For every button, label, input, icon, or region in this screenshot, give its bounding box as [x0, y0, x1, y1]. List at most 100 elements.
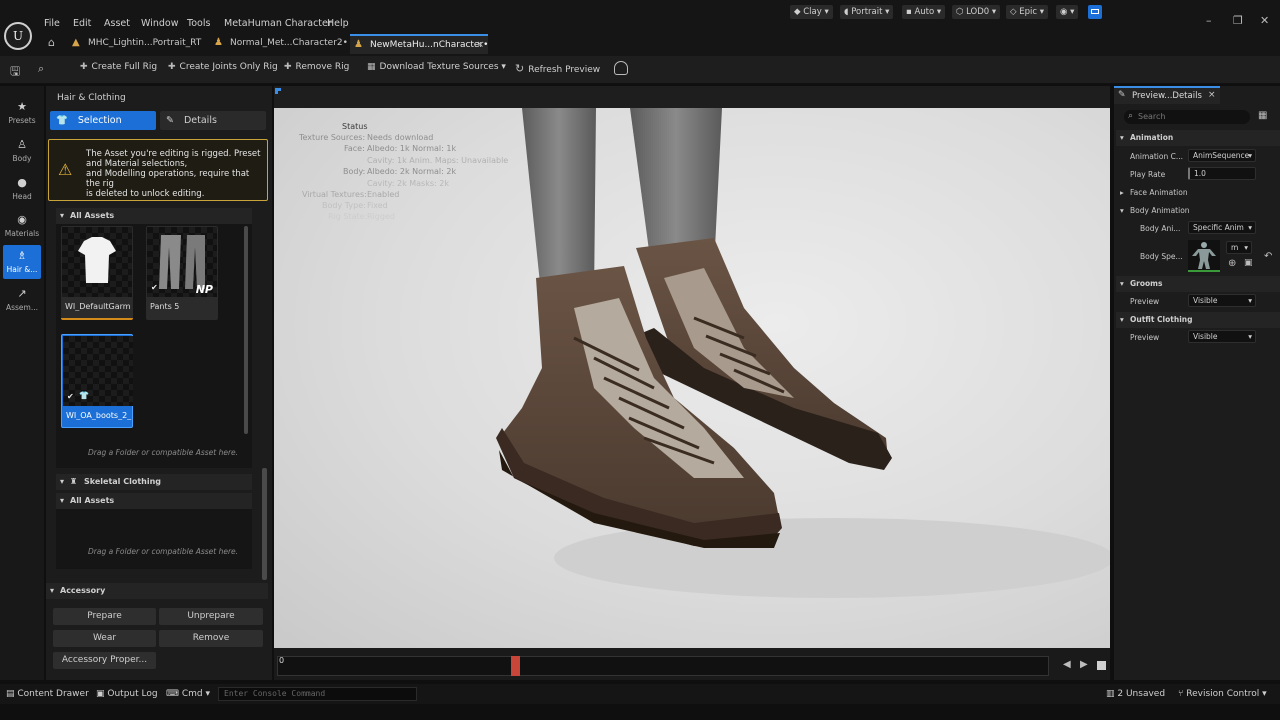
selection-tab[interactable]: 👕 Selection — [50, 111, 156, 130]
maximize-icon[interactable]: ❐ — [1233, 14, 1243, 27]
accessory-properties-button[interactable]: Accessory Proper... — [53, 652, 156, 669]
asset-thumb-pants[interactable]: ✔ NP Pants 5 — [146, 226, 218, 320]
browse-icon[interactable]: ⌕ — [38, 62, 44, 76]
body-animation-header[interactable]: Body Animation — [1130, 206, 1190, 215]
chevron-down-icon: ▾ — [50, 586, 55, 595]
user-icon[interactable] — [614, 61, 628, 75]
unprepare-button[interactable]: Unprepare — [159, 608, 263, 625]
create-full-rig-button[interactable]: ✚ Create Full Rig — [80, 62, 157, 72]
status-line-value: Albedo: 1k Normal: 1k — [367, 144, 457, 153]
console-input[interactable]: Enter Console Command — [218, 687, 417, 701]
menu-metahuman-character[interactable]: MetaHuman Character — [224, 18, 332, 29]
quality-dropdown[interactable]: ◇ Epic ▾ — [1006, 5, 1049, 19]
grid-view-icon[interactable]: ▦ — [1258, 110, 1267, 121]
preview-details-tab[interactable]: ✎ Preview...Details × — [1114, 86, 1220, 104]
asset-thumb-boots[interactable]: ✔ 👕 WI_OA_boots_2_... — [61, 334, 133, 428]
rail-body[interactable]: ♙ Body — [3, 134, 41, 168]
close-tab-icon[interactable]: × — [476, 36, 484, 54]
chevron-down-icon[interactable]: ▾ — [1120, 206, 1124, 215]
download-texture-sources-button[interactable]: ▦ Download Texture Sources ▾ — [367, 62, 506, 72]
rail-presets[interactable]: ★ Presets — [3, 96, 41, 130]
viewport-3d[interactable] — [274, 108, 1110, 648]
use-selected-icon[interactable]: ⊕ — [1228, 258, 1236, 269]
rail-materials[interactable]: ◉ Materials — [3, 209, 41, 243]
all-assets-header-2[interactable]: ▾ All Assets — [56, 493, 252, 509]
quality-icon: ◇ — [1010, 7, 1020, 17]
save-icon[interactable]: 🖫 — [10, 62, 20, 83]
wear-button[interactable]: Wear — [53, 630, 156, 647]
animation-thumbnail[interactable] — [1188, 240, 1220, 272]
tab-mhc-lighting[interactable]: ▲ MHC_Lightin...Portrait_RT — [72, 34, 208, 54]
minimize-icon[interactable]: – — [1206, 14, 1212, 27]
close-window-icon[interactable]: ✕ — [1260, 14, 1269, 27]
prepare-button[interactable]: Prepare — [53, 608, 156, 625]
play-icon[interactable]: ▶ — [1080, 659, 1088, 670]
outfit-clothing-section[interactable]: ▾ Outfit Clothing — [1116, 312, 1280, 328]
menu-tools[interactable]: Tools — [187, 18, 210, 29]
play-rate-input[interactable]: 1.0 — [1188, 167, 1256, 180]
auto-dropdown[interactable]: ▪ Auto ▾ — [902, 5, 946, 19]
all-assets-header[interactable]: ▾ All Assets — [56, 208, 252, 224]
remove-button[interactable]: Remove — [159, 630, 263, 647]
grooms-section[interactable]: ▾ Grooms — [1116, 276, 1280, 292]
visibility-dropdown[interactable]: ◉ ▾ — [1056, 5, 1079, 19]
assets-scrollbar[interactable] — [244, 226, 248, 434]
body-asset-dropdown[interactable]: m ▾ — [1226, 241, 1252, 254]
status-line-key: Body: — [343, 167, 366, 176]
timeline-frame: 0 — [279, 656, 285, 665]
figure-icon — [1192, 242, 1216, 269]
menu-edit[interactable]: Edit — [73, 18, 91, 29]
clay-dropdown[interactable]: ◆ Clay ▾ — [790, 5, 833, 19]
home-icon[interactable]: ⌂ — [48, 36, 55, 49]
reset-arrow-icon[interactable]: ↶ — [1264, 251, 1272, 262]
details-tab[interactable]: ✎ Details — [160, 111, 266, 130]
pencil-icon: ✎ — [166, 115, 174, 126]
animation-class-dropdown[interactable]: AnimSequence ▾ — [1188, 149, 1256, 162]
menu-file[interactable]: File — [44, 18, 60, 29]
tab-normal-metahuman[interactable]: ♟ Normal_Met...Character2• — [214, 34, 348, 54]
close-tab-icon[interactable]: × — [1208, 90, 1216, 100]
grooms-preview-dropdown[interactable]: Visible ▾ — [1188, 294, 1256, 307]
menu-window[interactable]: Window — [141, 18, 178, 29]
browse-asset-icon[interactable]: ▣ — [1244, 258, 1253, 268]
rail-hair-clothing[interactable]: ♗ Hair &... — [3, 245, 41, 279]
checker-icon: ▦ — [367, 62, 376, 72]
outfit-preview-dropdown[interactable]: Visible ▾ — [1188, 330, 1256, 343]
content-drawer-button[interactable]: ▤ Content Drawer — [6, 689, 89, 699]
revision-control-button[interactable]: ⑂ Revision Control ▾ — [1178, 689, 1267, 699]
refresh-preview-button[interactable]: ↻ Refresh Preview — [515, 62, 600, 75]
status-line-value: Cavity: 2k Masks: 2k — [367, 179, 449, 188]
chevron-down-icon: ▾ — [1120, 315, 1124, 324]
create-joints-only-rig-button[interactable]: ✚ Create Joints Only Rig — [168, 62, 278, 72]
menu-asset[interactable]: Asset — [104, 18, 130, 29]
unsaved-button[interactable]: ▥ 2 Unsaved — [1106, 689, 1165, 699]
accessory-header[interactable]: ▾ Accessory — [46, 583, 268, 599]
asset-thumb-default-garment[interactable]: WI_DefaultGarment — [61, 226, 133, 320]
timeline-track[interactable] — [277, 656, 1049, 676]
status-line-value: Rigged — [367, 212, 395, 221]
output-log-button[interactable]: ▣ Output Log — [96, 689, 158, 699]
remove-rig-button[interactable]: ✚ Remove Rig — [284, 62, 349, 72]
rail-assembly[interactable]: ↗ Assem... — [3, 283, 41, 317]
rail-head[interactable]: ● Head — [3, 172, 41, 206]
face-animation-header[interactable]: Face Animation — [1130, 188, 1188, 197]
portrait-dropdown[interactable]: ◖ Portrait ▾ — [840, 5, 894, 19]
panel-scrollbar[interactable] — [262, 468, 267, 580]
skeletal-clothing-header[interactable]: ▾ ♜ Skeletal Clothing — [56, 474, 252, 490]
lod-dropdown[interactable]: ⬡ LOD0 ▾ — [952, 5, 1001, 19]
unreal-logo-icon[interactable]: U — [4, 22, 32, 50]
body-animation-dropdown[interactable]: Specific Anim ▾ — [1188, 221, 1256, 234]
animation-class-label: Animation C... — [1130, 152, 1184, 161]
viewport-toggle-button[interactable] — [1088, 5, 1102, 19]
tab-new-metahuman[interactable]: ♟ NewMetaHu...nCharacter• × — [350, 34, 488, 54]
drop-hint: Drag a Folder or compatible Asset here. — [88, 448, 239, 457]
viewport-toolbar — [274, 86, 1110, 108]
chevron-right-icon[interactable]: ▸ — [1120, 188, 1124, 197]
timeline-scrubber[interactable] — [511, 656, 520, 676]
stop-icon[interactable] — [1097, 661, 1106, 670]
animation-section[interactable]: ▾ Animation — [1116, 130, 1280, 146]
menu-help[interactable]: Help — [327, 18, 349, 29]
search-input[interactable]: ⌕ Search — [1124, 110, 1250, 124]
cmd-dropdown[interactable]: ⌨ Cmd ▾ — [166, 689, 210, 699]
step-back-icon[interactable]: ◀ — [1063, 659, 1071, 670]
